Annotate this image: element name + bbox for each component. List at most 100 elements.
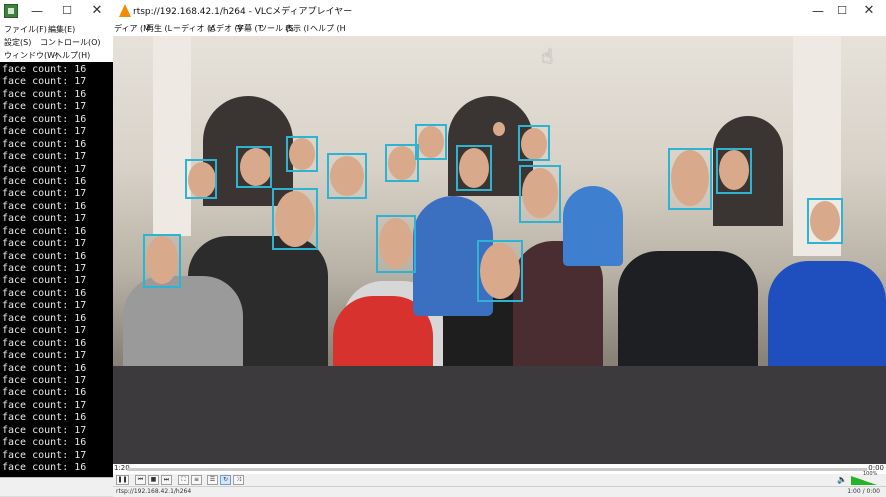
face-box [668, 148, 712, 210]
console-line: face count: 17 [2, 350, 87, 362]
console-line: face count: 17 [2, 300, 87, 312]
face-box [716, 148, 752, 194]
console-line: face count: 17 [2, 374, 87, 386]
face-box [376, 215, 416, 273]
console-line: face count: 16 [2, 437, 87, 449]
menu-settings[interactable]: 設定(S) [4, 37, 31, 48]
face-box [286, 136, 318, 172]
minimize-button[interactable]: — [806, 2, 830, 20]
console-line: face count: 16 [2, 138, 87, 150]
face-box [143, 234, 181, 288]
maximize-button[interactable]: ☐ [56, 2, 78, 20]
menu-media[interactable]: ディア (M [114, 23, 150, 34]
menu-control[interactable]: コントロール(O) [40, 37, 101, 48]
menu-help[interactable]: ヘルプ (H [310, 23, 346, 34]
face-box [272, 188, 318, 250]
volume-slider[interactable] [851, 476, 877, 485]
console-line: face count: 17 [2, 424, 87, 436]
console-line: face count: 17 [2, 399, 87, 411]
background-pillar [153, 36, 191, 236]
speaker-icon[interactable]: 🔈 [837, 475, 847, 484]
face-box [415, 124, 447, 160]
minimize-button[interactable]: — [26, 2, 48, 20]
hand-cursor-icon: ☝ [541, 44, 554, 68]
console-line: face count: 16 [2, 287, 87, 299]
console-line: face count: 17 [2, 213, 87, 225]
console-line: face count: 16 [2, 175, 87, 187]
face-box [519, 165, 561, 223]
status-time: 1:00 / 0:00 [847, 488, 880, 495]
console-line: face count: 16 [2, 387, 87, 399]
vlc-titlebar: rtsp://192.168.42.1/h264 - VLCメディアプレイヤー … [113, 0, 886, 22]
console-menubar: ファイル(F) 編集(E) 設定(S) コントロール(O) ウィンドウ(W) ヘ… [0, 22, 113, 62]
close-button[interactable]: ✕ [86, 2, 108, 20]
playback-controls: ❚❚ ⏮ ■ ⏭ ⛶ ≡ ☰ ↻ ⤨ 🔈 100% [113, 471, 886, 486]
console-line: face count: 16 [2, 250, 87, 262]
face-box [185, 159, 217, 199]
seek-track[interactable] [127, 468, 867, 471]
stop-icon[interactable]: ■ [148, 475, 159, 485]
menu-help[interactable]: ヘルプ(H) [54, 50, 90, 61]
video-area[interactable]: ☝ [113, 36, 886, 464]
volume-control[interactable]: 🔈 100% [837, 471, 881, 486]
face-box [327, 153, 367, 199]
console-line: face count: 16 [2, 362, 87, 374]
volume-percent: 100% [863, 471, 878, 477]
window-title: rtsp://192.168.42.1/h264 - VLCメディアプレイヤー [133, 7, 353, 17]
pause-button[interactable]: ❚❚ [116, 475, 129, 485]
menu-edit[interactable]: 編集(E) [48, 24, 75, 35]
console-line: face count: 17 [2, 126, 87, 138]
menu-file[interactable]: ファイル(F) [4, 24, 47, 35]
person-silhouette [563, 186, 623, 266]
console-line: face count: 16 [2, 88, 87, 100]
face-box [518, 125, 550, 161]
shuffle-icon[interactable]: ⤨ [233, 475, 244, 485]
status-bar: rtsp://192.168.42.1/h264 1:00 / 0:00 [113, 486, 886, 497]
next-icon[interactable]: ⏭ [161, 475, 172, 485]
console-output[interactable]: face count: 16 face count: 17 face count: … [0, 62, 113, 477]
console-line: face count: 16 [2, 312, 87, 324]
face-box [456, 145, 492, 191]
console-line: face count: 17 [2, 163, 87, 175]
close-button[interactable]: ✕ [856, 2, 882, 20]
console-line: face count: 16 [2, 462, 87, 473]
face-box [236, 146, 272, 188]
menu-view[interactable]: 表示 (I [285, 23, 309, 34]
app-icon [4, 4, 18, 18]
console-line: face count: 16 [2, 113, 87, 125]
console-titlebar: — ☐ ✕ [0, 0, 113, 22]
previous-icon[interactable]: ⏮ [135, 475, 146, 485]
face [493, 122, 505, 136]
fullscreen-icon[interactable]: ⛶ [178, 475, 189, 485]
console-line: face count: 16 [2, 200, 87, 212]
console-line: face count: 17 [2, 449, 87, 461]
console-line: face count: 17 [2, 151, 87, 163]
console-window: — ☐ ✕ ファイル(F) 編集(E) 設定(S) コントロール(O) ウィンド… [0, 0, 114, 496]
console-line: face count: 17 [2, 238, 87, 250]
console-line: face count: 16 [2, 412, 87, 424]
console-line: face count: 16 [2, 64, 87, 75]
face-box [807, 198, 843, 244]
console-line: face count: 16 [2, 225, 87, 237]
loop-icon[interactable]: ↻ [220, 475, 231, 485]
console-line: face count: 17 [2, 101, 87, 113]
console-line: face count: 17 [2, 325, 87, 337]
crowd-lower-area [113, 366, 886, 464]
console-scrollbar[interactable] [0, 477, 113, 496]
vlc-menubar: ディア (M 再生 (L ーディオ (A ビデオ (V 字幕 (T ツール (S… [113, 22, 886, 36]
playlist-icon[interactable]: ☰ [207, 475, 218, 485]
console-line: face count: 16 [2, 337, 87, 349]
menu-window[interactable]: ウィンドウ(W) [4, 50, 58, 61]
seek-bar[interactable]: 1:20 0:00 [113, 464, 886, 474]
maximize-button[interactable]: ☐ [830, 2, 854, 20]
menu-playback[interactable]: 再生 (L [146, 23, 172, 34]
vlc-window: rtsp://192.168.42.1/h264 - VLCメディアプレイヤー … [113, 0, 886, 497]
face-box [477, 240, 523, 302]
console-line: face count: 17 [2, 188, 87, 200]
console-line: face count: 17 [2, 275, 87, 287]
extended-settings-icon[interactable]: ≡ [191, 475, 202, 485]
vlc-cone-icon [119, 4, 131, 17]
status-url: rtsp://192.168.42.1/h264 [116, 488, 192, 495]
console-line-list: face count: 16 face count: 17 face count: … [2, 64, 86, 474]
console-line: face count: 17 [2, 263, 87, 274]
